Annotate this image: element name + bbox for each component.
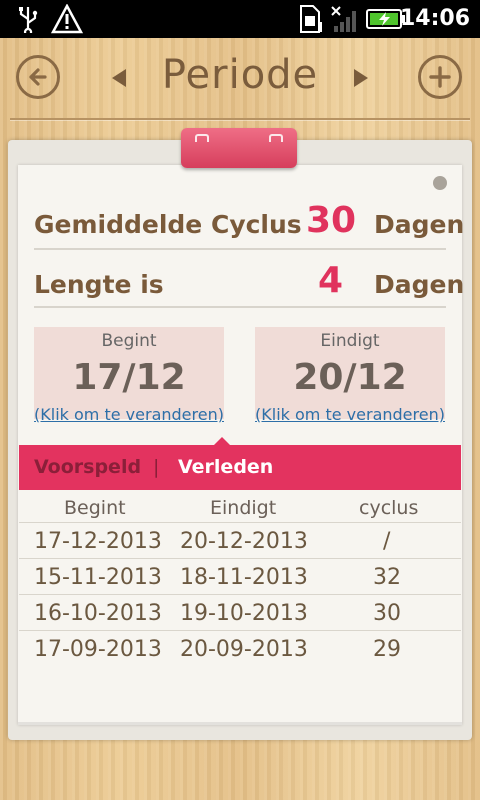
row-end-date: 18-11-2013: [180, 565, 308, 590]
start-date-change-link[interactable]: (Klik om te veranderen): [24, 405, 234, 424]
circle-plus-icon: [429, 66, 451, 88]
row-start-date: 17-12-2013: [34, 529, 162, 554]
tab-separator: |: [153, 456, 160, 478]
row-cycle: 32: [373, 565, 401, 590]
start-date-value: 17/12: [72, 357, 186, 398]
row-cycle: 30: [373, 601, 401, 626]
usb-icon: [14, 4, 42, 34]
prev-period-button[interactable]: [104, 63, 134, 93]
table-line: [19, 630, 461, 631]
end-date-box[interactable]: Eindigt 20/12 (Klik om te veranderen): [255, 327, 445, 424]
back-button[interactable]: [16, 55, 60, 99]
top-bar: Periode: [0, 38, 480, 122]
add-button[interactable]: [418, 55, 462, 99]
col-header-cycle: cyclus: [359, 497, 419, 519]
summary-rule-2: [34, 306, 446, 308]
tab-past[interactable]: Verleden: [178, 456, 273, 478]
warning-icon: [50, 4, 84, 34]
row-start-date: 15-11-2013: [34, 565, 162, 590]
no-signal-icon: [328, 4, 358, 34]
row-end-date: 20-12-2013: [180, 529, 308, 554]
summary-rule-1: [34, 248, 446, 250]
table-line: [19, 522, 461, 523]
length-label: Lengte is: [34, 270, 164, 299]
row-end-date: 19-10-2013: [180, 601, 308, 626]
end-date-value: 20/12: [293, 357, 407, 398]
avg-cycle-label: Gemiddelde Cyclus: [34, 210, 302, 239]
start-date-box[interactable]: Begint 17/12 (Klik om te veranderen): [34, 327, 224, 424]
table-line: [19, 594, 461, 595]
circle-left-arrow-icon: [29, 68, 47, 86]
page-title: Periode: [161, 52, 319, 98]
triangle-left-icon: [112, 69, 126, 87]
header-divider: [10, 118, 470, 120]
length-unit: Dagen: [374, 270, 465, 299]
start-date-label: Begint: [101, 331, 157, 351]
length-value: 4: [318, 260, 344, 301]
status-bar: 14:06: [0, 0, 480, 38]
paper-bottom-edge: [18, 722, 462, 725]
col-header-end: Eindigt: [210, 497, 277, 519]
tab-predicted[interactable]: Voorspeld: [34, 456, 141, 478]
row-cycle: 29: [373, 637, 401, 662]
tab-bar: Voorspeld | Verleden: [19, 437, 461, 490]
avg-cycle-unit: Dagen: [374, 210, 465, 239]
end-date-label: Eindigt: [320, 331, 380, 351]
col-header-start: Begint: [64, 497, 126, 519]
paper-dot: [433, 176, 447, 190]
next-period-button[interactable]: [346, 63, 376, 93]
row-start-date: 16-10-2013: [34, 601, 162, 626]
triangle-right-icon: [354, 69, 368, 87]
end-date-change-link[interactable]: (Klik om te veranderen): [245, 405, 455, 424]
sim-icon: [296, 4, 324, 34]
tab-notch: [214, 437, 230, 445]
row-start-date: 17-09-2013: [34, 637, 162, 662]
avg-cycle-value: 30: [306, 200, 357, 241]
clip-tab: [181, 128, 297, 168]
clock: 14:06: [399, 6, 470, 31]
table-line: [19, 558, 461, 559]
row-end-date: 20-09-2013: [180, 637, 308, 662]
row-cycle: /: [383, 529, 391, 554]
